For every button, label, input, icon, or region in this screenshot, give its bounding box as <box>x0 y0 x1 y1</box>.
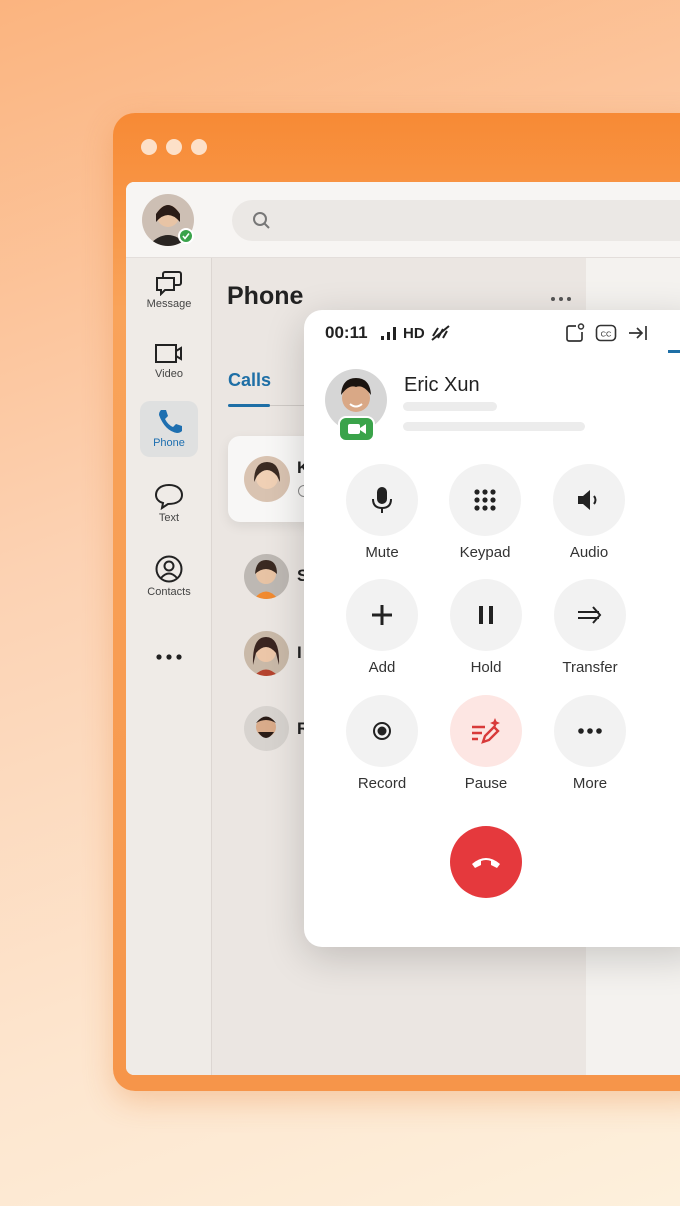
pause-icon <box>479 606 493 624</box>
add-label: Add <box>368 659 396 676</box>
collapse-icon[interactable] <box>627 324 649 342</box>
tab-indicator <box>668 350 680 353</box>
sidebar-item-video[interactable]: Video <box>140 336 198 394</box>
end-call-button[interactable] <box>450 826 522 898</box>
window-close-button[interactable] <box>141 139 157 155</box>
mute-button[interactable] <box>346 464 418 536</box>
hold-button[interactable] <box>450 579 522 651</box>
more-label: More <box>572 775 608 792</box>
placeholder-bar <box>403 422 585 431</box>
contact-icon <box>155 555 183 583</box>
sidebar-item-label: Contacts <box>147 586 191 598</box>
placeholder-bar <box>403 402 497 411</box>
avatar <box>244 456 290 502</box>
keypad-label: Keypad <box>459 544 511 561</box>
avatar[interactable] <box>244 554 289 599</box>
audio-label: Audio <box>569 544 609 561</box>
tab-calls[interactable]: Calls <box>228 370 271 391</box>
more-horizontal-icon[interactable] <box>550 296 572 302</box>
status-check-icon <box>178 228 194 244</box>
sidebar: Message Video Phone Text Contacts <box>126 258 212 1075</box>
search-input[interactable] <box>232 200 680 241</box>
contact-name: I <box>297 643 302 662</box>
pop-out-icon[interactable] <box>564 322 586 344</box>
record-button[interactable] <box>346 695 418 767</box>
record-label: Record <box>357 775 407 792</box>
phone-icon <box>159 410 182 433</box>
chat-bubble-icon <box>154 483 184 510</box>
sidebar-item-label: Message <box>146 298 192 310</box>
ai-notes-icon <box>472 718 500 744</box>
microphone-icon <box>372 487 392 513</box>
sidebar-item-label: Text <box>158 512 180 524</box>
sidebar-item-phone[interactable]: Phone <box>140 401 198 457</box>
search-icon <box>253 212 270 229</box>
caller-name: Eric Xun <box>404 374 480 396</box>
pause-notes-button[interactable] <box>450 695 522 767</box>
sidebar-item-label: Phone <box>153 437 185 449</box>
hold-label: Hold <box>470 659 502 676</box>
top-bar <box>126 182 680 258</box>
keypad-button[interactable] <box>449 464 521 536</box>
keypad-icon <box>474 489 496 511</box>
svg-text:CC: CC <box>601 330 612 339</box>
video-icon <box>155 344 182 363</box>
page-title: Phone <box>227 282 304 310</box>
closed-caption-icon[interactable]: CC <box>595 324 617 342</box>
video-badge <box>338 416 375 442</box>
pause-label: Pause <box>464 775 508 792</box>
more-horizontal-icon <box>578 728 602 734</box>
call-timer: 00:11 <box>325 323 368 342</box>
sidebar-item-contacts[interactable]: Contacts <box>140 548 198 606</box>
sidebar-item-label: Video <box>155 368 183 380</box>
hd-badge: HD <box>403 325 425 342</box>
plus-icon <box>372 605 392 625</box>
speaker-icon <box>578 490 597 510</box>
message-icon <box>156 271 182 296</box>
more-button[interactable] <box>554 695 626 767</box>
avatar[interactable] <box>244 631 289 676</box>
video-icon <box>347 424 366 434</box>
active-call-panel: 00:11 HD CC Eric Xun Mute Keypad Audio A… <box>304 310 680 947</box>
mute-label: Mute <box>365 544 399 561</box>
transfer-label: Transfer <box>562 659 618 676</box>
record-icon <box>373 722 391 740</box>
signal-icon <box>381 327 396 340</box>
transfer-button[interactable] <box>554 579 626 651</box>
window-minimize-button[interactable] <box>166 139 182 155</box>
transfer-icon <box>578 606 602 624</box>
add-button[interactable] <box>346 579 418 651</box>
avatar[interactable] <box>244 706 289 751</box>
more-horizontal-icon <box>156 654 182 660</box>
sidebar-item-message[interactable]: Message <box>140 264 198 322</box>
window-maximize-button[interactable] <box>191 139 207 155</box>
end-call-icon <box>472 858 500 868</box>
active-tab-indicator <box>228 404 270 407</box>
audio-button[interactable] <box>553 464 625 536</box>
noise-cancel-icon <box>431 325 450 341</box>
sidebar-more-button[interactable] <box>155 648 183 666</box>
sidebar-item-text[interactable]: Text <box>140 476 198 534</box>
